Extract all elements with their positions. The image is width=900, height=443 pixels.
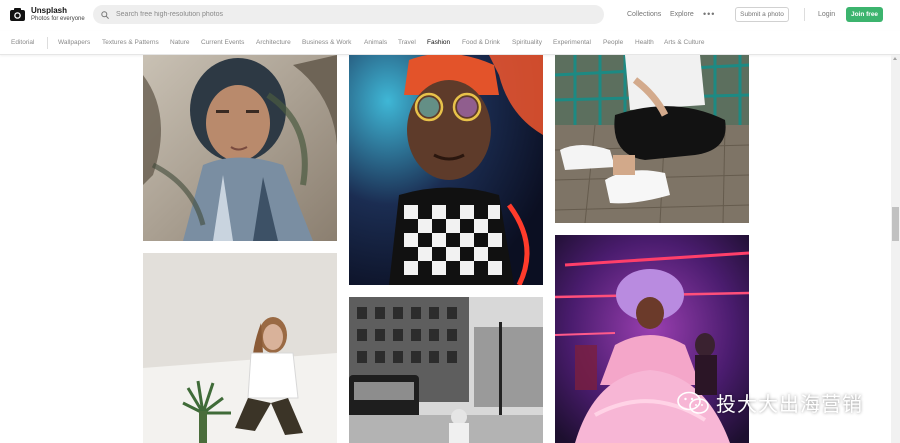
category-food[interactable]: Food & Drink <box>462 39 500 46</box>
collections-link[interactable]: Collections <box>627 11 661 18</box>
camera-logo-icon <box>10 8 25 21</box>
photo-man-neon-glasses[interactable] <box>349 55 543 285</box>
category-arts[interactable]: Arts & Culture <box>664 39 704 46</box>
login-link[interactable]: Login <box>818 11 835 18</box>
category-architecture[interactable]: Architecture <box>256 39 291 46</box>
category-business[interactable]: Business & Work <box>302 39 351 46</box>
explore-link[interactable]: Explore <box>670 11 694 18</box>
category-animals[interactable]: Animals <box>364 39 387 46</box>
scroll-up-arrow-icon[interactable] <box>893 57 897 60</box>
search-icon <box>101 10 109 19</box>
category-nature[interactable]: Nature <box>170 39 190 46</box>
category-fashion[interactable]: Fashion <box>427 39 450 46</box>
header-divider <box>804 8 805 21</box>
page-scrollbar[interactable] <box>891 55 900 443</box>
category-divider <box>47 37 48 49</box>
category-experimental[interactable]: Experimental <box>553 39 591 46</box>
search-bar[interactable] <box>93 5 604 24</box>
category-people[interactable]: People <box>603 39 623 46</box>
wechat-logo-icon <box>677 391 709 414</box>
submit-photo-button[interactable]: Submit a photo <box>735 7 789 22</box>
more-options-icon[interactable]: ••• <box>703 10 715 19</box>
watermark-text: 投大大出海营销 <box>716 394 863 416</box>
category-health[interactable]: Health <box>635 39 654 46</box>
photo-woman-headscarf[interactable] <box>143 55 337 241</box>
category-textures[interactable]: Textures & Patterns <box>102 39 159 46</box>
category-editorial[interactable]: Editorial <box>11 39 34 46</box>
unsplash-logo[interactable]: Unsplash Photos for everyone <box>9 6 85 23</box>
category-travel[interactable]: Travel <box>398 39 416 46</box>
photo-woman-white-shirt[interactable] <box>143 253 337 443</box>
category-spirituality[interactable]: Spirituality <box>512 39 542 46</box>
photo-city-street[interactable] <box>349 297 543 443</box>
brand-title: Unsplash <box>31 6 68 15</box>
search-input[interactable] <box>114 10 588 19</box>
join-free-button[interactable]: Join free <box>846 7 883 22</box>
brand-subtitle: Photos for everyone <box>31 16 85 22</box>
photo-sitting-sneakers[interactable] <box>555 55 749 223</box>
photo-grid <box>0 55 900 443</box>
watermark: 投大大出海营销 <box>676 388 863 417</box>
category-current-events[interactable]: Current Events <box>201 39 244 46</box>
category-wallpapers[interactable]: Wallpapers <box>58 39 90 46</box>
top-header: Unsplash Photos for everyone Collections… <box>0 0 900 30</box>
scroll-thumb[interactable] <box>892 207 899 241</box>
category-nav: Editorial Wallpapers Textures & Patterns… <box>0 31 900 55</box>
